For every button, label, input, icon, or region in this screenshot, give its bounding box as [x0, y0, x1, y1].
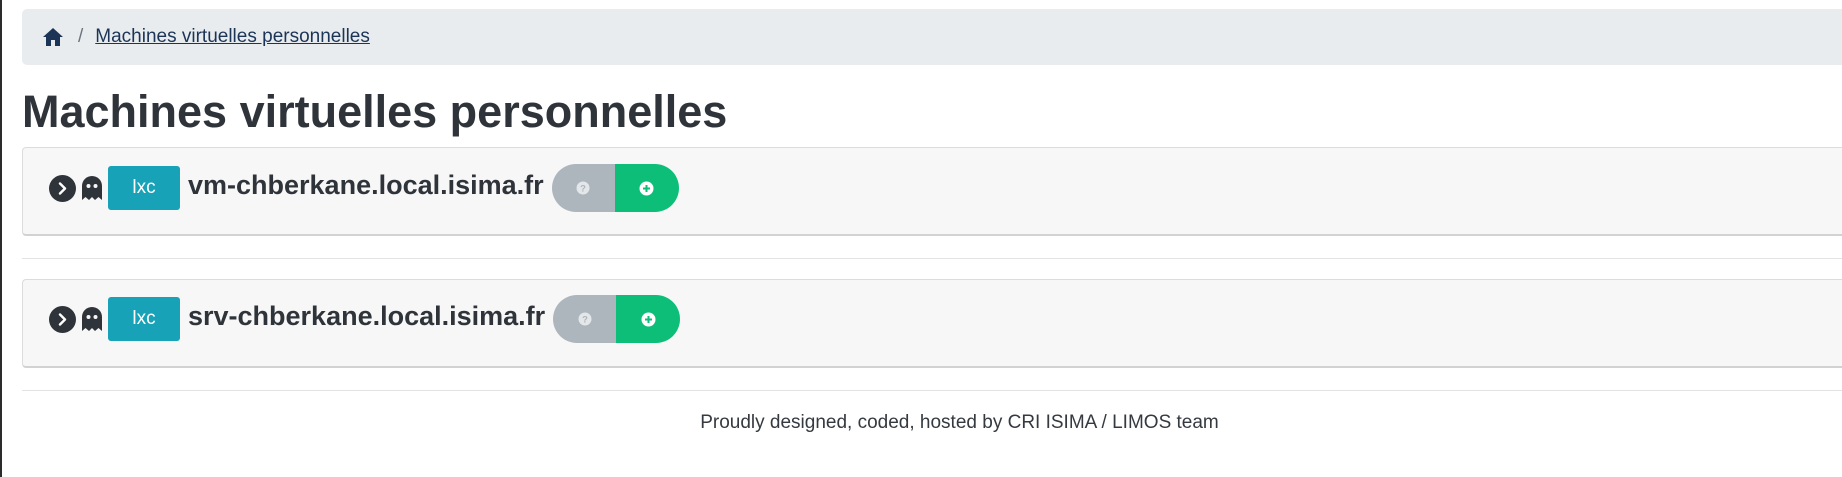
add-button[interactable]	[616, 295, 681, 343]
question-circle-icon: ?	[576, 181, 590, 195]
vm-action-group: ?	[553, 295, 681, 343]
svg-text:?: ?	[580, 184, 586, 195]
divider	[22, 390, 1842, 391]
footer-text: Proudly designed, coded, hosted by CRI I…	[700, 412, 1219, 433]
vm-row: lxc srv-chberkane.local.isima.fr ?	[49, 295, 681, 343]
help-button[interactable]: ?	[553, 295, 617, 343]
vm-type-badge: lxc	[108, 297, 180, 341]
plus-circle-icon	[641, 312, 656, 326]
home-icon[interactable]	[42, 26, 64, 48]
breadcrumb-separator: /	[78, 26, 84, 47]
add-button[interactable]	[614, 164, 679, 212]
ghost-icon	[80, 305, 104, 333]
ghost-icon	[80, 174, 104, 202]
page-frame: / Machines virtuelles personnelles Machi…	[0, 0, 1842, 477]
vm-name: srv-chberkane.local.isima.fr	[188, 300, 546, 331]
vm-name: vm-chberkane.local.isima.fr	[188, 169, 544, 200]
divider	[22, 258, 1842, 259]
vm-type-badge: lxc	[108, 166, 180, 210]
vm-row: lxc vm-chberkane.local.isima.fr ?	[49, 164, 679, 212]
svg-text:?: ?	[582, 315, 588, 326]
breadcrumb-link-current[interactable]: Machines virtuelles personnelles	[95, 26, 370, 48]
page-title: Machines virtuelles personnelles	[22, 86, 728, 137]
breadcrumb: / Machines virtuelles personnelles	[22, 9, 1842, 65]
vm-card: lxc vm-chberkane.local.isima.fr ?	[22, 147, 1842, 236]
question-circle-icon: ?	[578, 312, 592, 326]
chevron-right-circle-icon[interactable]	[49, 174, 76, 202]
vm-card: lxc srv-chberkane.local.isima.fr ?	[22, 279, 1842, 368]
plus-circle-icon	[639, 181, 654, 195]
chevron-right-circle-icon[interactable]	[49, 305, 76, 333]
vm-action-group: ?	[551, 164, 679, 212]
help-button[interactable]: ?	[551, 164, 615, 212]
